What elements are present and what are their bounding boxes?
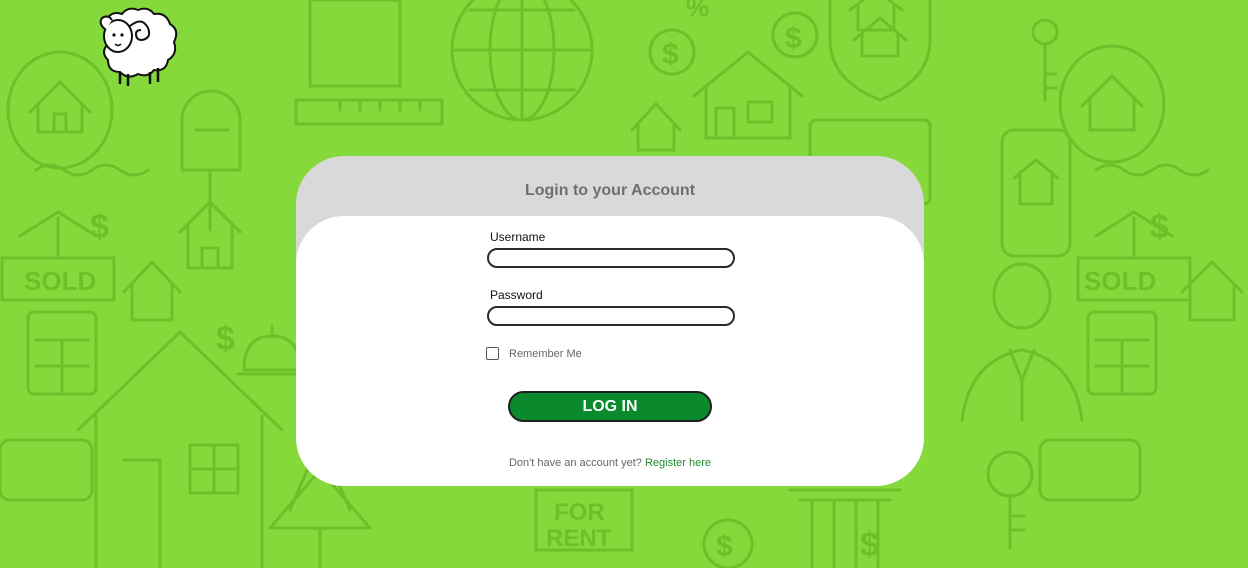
login-title: Login to your Account [524,182,696,199]
login-button[interactable]: LOG IN [508,391,712,422]
dollar-glyph-6: $ [716,530,733,563]
mailbox-icon [180,89,242,232]
tablet-icon [1000,128,1072,258]
dollar-glyph-3: $ [90,208,109,246]
login-card: Login to your Account Username Password … [296,156,924,486]
bank-building-icon [788,488,902,568]
remember-me-label[interactable]: Remember Me [509,348,582,360]
register-prompt-line: Don't have an account yet? Register here [296,457,924,469]
login-page: SOLD SOLD FOR RENT $ $ $ $ $ $ $ % Login… [0,0,1248,568]
register-prompt-text: Don't have an account yet? [508,457,642,469]
dollar-glyph-5: $ [1150,208,1169,246]
globe-icon [450,0,594,122]
for-rent-sign-text: FOR [554,499,605,526]
sheep-logo [99,7,178,86]
dollar-glyph: $ [662,38,679,71]
shield-icon [828,0,932,102]
remember-me-checkbox[interactable] [486,347,499,360]
house-icon [692,50,804,140]
password-label: Password [490,288,543,302]
sold-sign-text-right: SOLD [1084,266,1156,296]
dollar-glyph-4: $ [216,320,235,358]
username-label: Username [490,230,546,244]
sold-sign-text: SOLD [24,266,96,296]
password-input[interactable] [487,306,735,326]
register-link[interactable]: Register here [645,457,711,469]
percent-glyph: % [686,0,709,22]
dollar-glyph-7: $ [860,526,879,564]
for-rent-sign-text-2: RENT [546,525,612,552]
login-form: Username Password Remember Me LOG IN Don… [296,216,924,486]
businessman-icon [960,262,1084,422]
house-speech-bubble-icon-right [1058,44,1166,164]
large-house-icon [76,330,284,568]
dollar-glyph-2: $ [785,22,802,55]
ruler-icon [294,0,444,126]
username-input[interactable] [487,248,735,268]
